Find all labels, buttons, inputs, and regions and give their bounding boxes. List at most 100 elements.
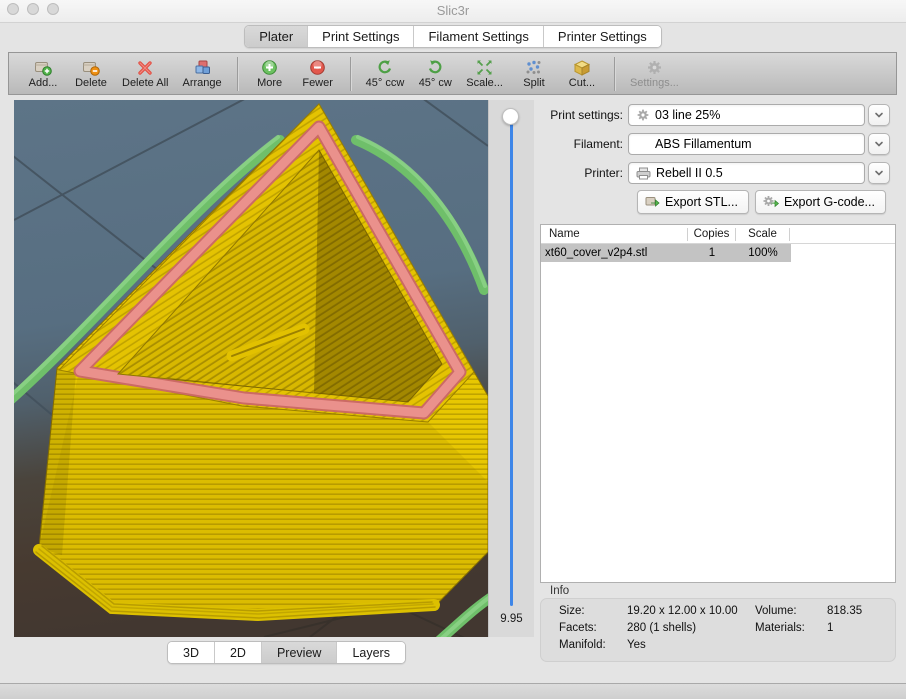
export-gcode-label: Export G-code... (784, 195, 875, 209)
split-dots-icon (525, 59, 542, 76)
rotate-cw-icon (427, 59, 444, 76)
filament-row: Filament: ABS Fillamentum (540, 133, 897, 155)
view-tab-3d[interactable]: 3D (168, 642, 215, 663)
split-label: Split (523, 77, 544, 89)
split-button[interactable]: Split (517, 59, 551, 89)
printer-label: Printer: (540, 166, 628, 180)
facets-value: 280 (1 shells) (627, 622, 755, 634)
delete-all-x-icon (137, 59, 153, 76)
toolbar-separator (614, 57, 615, 91)
facets-label: Facets: (559, 622, 627, 634)
view-tab-2d[interactable]: 2D (215, 642, 262, 663)
settings-gear-icon (646, 59, 663, 76)
tab-plater[interactable]: Plater (245, 26, 308, 47)
arrange-button[interactable]: Arrange (182, 59, 221, 89)
fewer-label: Fewer (302, 77, 333, 89)
printer-select[interactable]: Rebell II 0.5 (628, 162, 865, 184)
layer-slider-thumb[interactable] (502, 108, 519, 125)
export-gcode-button[interactable]: Export G-code... (755, 190, 886, 214)
printer-row: Printer: Rebell II 0.5 (540, 162, 897, 184)
settings-label: Settings... (630, 77, 679, 89)
print-settings-dropdown-button[interactable] (868, 104, 890, 126)
view-tab-layers[interactable]: Layers (337, 642, 405, 663)
materials-label: Materials: (755, 622, 827, 634)
export-stl-icon (645, 195, 660, 209)
settings-button[interactable]: Settings... (630, 59, 679, 89)
add-button[interactable]: Add... (26, 59, 60, 89)
volume-value: 818.35 (827, 605, 895, 617)
object-name-cell: xt60_cover_v2p4.stl (541, 247, 688, 259)
layer-slider: 9.95 (488, 100, 534, 637)
chevron-down-icon (873, 109, 885, 121)
more-button[interactable]: More (253, 59, 287, 89)
table-row[interactable]: xt60_cover_v2p4.stl 1 100% (541, 244, 791, 262)
rotate-ccw-button[interactable]: 45° ccw (366, 59, 405, 89)
add-label: Add... (29, 77, 58, 89)
object-copies-cell: 1 (688, 247, 736, 259)
fewer-minus-icon (309, 59, 326, 76)
more-label: More (257, 77, 282, 89)
rotate-cw-button[interactable]: 45° cw (418, 59, 452, 89)
status-bar (0, 684, 906, 699)
fewer-button[interactable]: Fewer (301, 59, 335, 89)
scale-arrows-icon (476, 59, 493, 76)
tab-print-settings[interactable]: Print Settings (308, 26, 414, 47)
delete-button[interactable]: Delete (74, 59, 108, 89)
delete-label: Delete (75, 77, 107, 89)
scale-label: Scale... (466, 77, 503, 89)
column-header-copies: Copies (688, 228, 736, 241)
filament-value: ABS Fillamentum (655, 137, 752, 151)
plater-3d-viewport[interactable] (14, 100, 488, 637)
arrange-cubes-icon (194, 59, 211, 76)
column-header-scale: Scale (736, 228, 790, 241)
scale-button[interactable]: Scale... (466, 59, 503, 89)
export-gcode-icon (763, 195, 779, 209)
export-buttons: Export STL... Export G-code... (637, 190, 886, 214)
column-header-name: Name (541, 228, 688, 241)
cut-box-icon (573, 59, 591, 76)
add-box-icon (34, 59, 52, 76)
print-settings-row: Print settings: 03 line 25% (540, 104, 897, 126)
rotate-ccw-label: 45° ccw (366, 77, 405, 89)
view-tab-bar: 3D 2D Preview Layers (167, 641, 406, 664)
export-stl-label: Export STL... (665, 195, 738, 209)
object-scale-cell: 100% (736, 247, 790, 259)
size-label: Size: (559, 605, 627, 617)
cut-button[interactable]: Cut... (565, 59, 599, 89)
manifold-value: Yes (627, 639, 755, 651)
delete-box-icon (82, 59, 100, 76)
print-settings-label: Print settings: (540, 108, 628, 122)
tab-filament-settings[interactable]: Filament Settings (414, 26, 543, 47)
printer-icon (636, 167, 651, 180)
chevron-down-icon (873, 138, 885, 150)
filament-dropdown-button[interactable] (868, 133, 890, 155)
view-tab-preview[interactable]: Preview (262, 642, 337, 663)
settings-panel: Print settings: 03 line 25% Filament: AB… (540, 100, 897, 663)
materials-value: 1 (827, 622, 895, 634)
manifold-label: Manifold: (559, 639, 627, 651)
printer-value: Rebell II 0.5 (656, 166, 723, 180)
layer-slider-track[interactable] (510, 118, 513, 606)
delete-all-button[interactable]: Delete All (122, 59, 168, 89)
main-tab-bar: Plater Print Settings Filament Settings … (0, 25, 906, 48)
sliced-object-preview (14, 100, 488, 637)
chevron-down-icon (873, 167, 885, 179)
printer-dropdown-button[interactable] (868, 162, 890, 184)
window-title: Slic3r (0, 3, 906, 18)
print-settings-value: 03 line 25% (655, 108, 720, 122)
delete-all-label: Delete All (122, 77, 168, 89)
gear-icon (636, 108, 650, 122)
object-list-header: Name Copies Scale (541, 225, 895, 244)
filament-label: Filament: (540, 137, 628, 151)
volume-label: Volume: (755, 605, 827, 617)
info-box: Size: 19.20 x 12.00 x 10.00 Volume: 818.… (540, 598, 896, 662)
filament-select[interactable]: ABS Fillamentum (628, 133, 865, 155)
print-settings-select[interactable]: 03 line 25% (628, 104, 865, 126)
toolbar-separator (350, 57, 351, 91)
size-value: 19.20 x 12.00 x 10.00 (627, 605, 755, 617)
layer-slider-value: 9.95 (489, 613, 534, 625)
title-bar: Slic3r (0, 0, 906, 23)
tab-printer-settings[interactable]: Printer Settings (544, 26, 661, 47)
arrange-label: Arrange (182, 77, 221, 89)
export-stl-button[interactable]: Export STL... (637, 190, 749, 214)
